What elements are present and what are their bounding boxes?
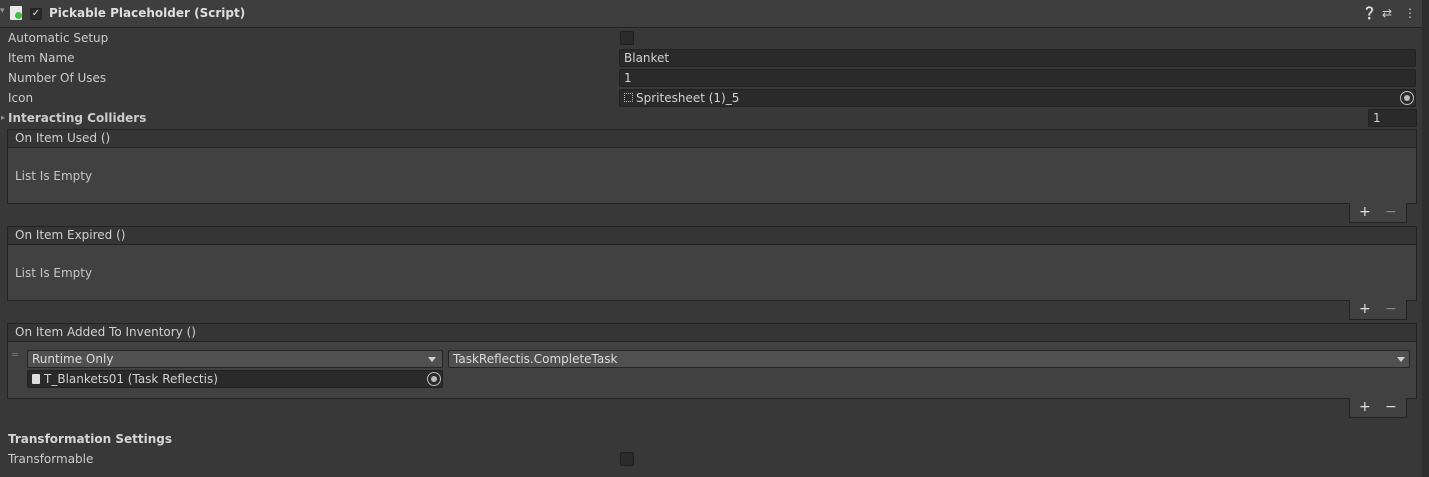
help-icon[interactable]: ❔ xyxy=(1362,6,1377,20)
object-picker-icon[interactable] xyxy=(1400,91,1414,105)
on-item-used-empty: List Is Empty xyxy=(15,169,93,183)
automatic-setup-checkbox[interactable] xyxy=(620,31,634,45)
interacting-colliders-count[interactable]: 1 xyxy=(1368,109,1417,127)
icon-label: Icon xyxy=(8,91,34,105)
on-item-expired-controls: + − xyxy=(1349,300,1407,320)
script-icon xyxy=(10,6,22,20)
add-listener-button[interactable]: + xyxy=(1359,204,1371,220)
interacting-colliders-label[interactable]: Interacting Colliders xyxy=(8,111,146,125)
transformation-settings-header: Transformation Settings xyxy=(8,432,173,446)
transformable-checkbox[interactable] xyxy=(620,452,634,466)
remove-listener-button[interactable]: − xyxy=(1385,399,1397,415)
menu-icon[interactable]: ⋮ xyxy=(1404,6,1416,20)
object-picker-icon[interactable] xyxy=(427,372,441,386)
add-listener-button[interactable]: + xyxy=(1359,399,1371,415)
chevron-down-icon xyxy=(1397,357,1405,362)
presets-icon[interactable]: ⇄ xyxy=(1382,6,1392,20)
add-listener-button[interactable]: + xyxy=(1359,301,1371,317)
remove-listener-button[interactable]: − xyxy=(1385,301,1397,317)
script-asset-icon xyxy=(32,374,40,384)
component-enabled-checkbox[interactable]: ✓ xyxy=(30,8,42,20)
scrollbar[interactable] xyxy=(1422,0,1429,477)
on-item-used-list xyxy=(7,148,1417,204)
remove-listener-button[interactable]: − xyxy=(1385,204,1397,220)
foldout-arrow-icon[interactable]: ▾ xyxy=(0,6,5,16)
runtime-mode-value: Runtime Only xyxy=(32,352,114,366)
on-item-added-header: On Item Added To Inventory () xyxy=(7,323,1417,342)
function-value: TaskReflectis.CompleteTask xyxy=(453,352,618,366)
component-title: Pickable Placeholder (Script) xyxy=(49,6,246,20)
collapsed-arrow-icon[interactable]: ▸ xyxy=(1,113,5,122)
runtime-mode-dropdown[interactable]: Runtime Only xyxy=(27,350,443,368)
icon-object-field[interactable]: Spritesheet (1)_5 xyxy=(619,89,1416,107)
icon-object-value: Spritesheet (1)_5 xyxy=(636,91,740,105)
on-item-used-header: On Item Used () xyxy=(7,129,1417,148)
automatic-setup-label: Automatic Setup xyxy=(8,31,109,45)
transformable-label: Transformable xyxy=(8,452,94,466)
target-object-field[interactable]: T_Blankets01 (Task Reflectis) xyxy=(27,370,443,388)
chevron-down-icon xyxy=(428,357,436,362)
on-item-used-controls: + − xyxy=(1349,203,1407,223)
on-item-expired-header: On Item Expired () xyxy=(7,226,1417,245)
drag-handle-icon[interactable]: ═ xyxy=(12,350,18,361)
function-dropdown[interactable]: TaskReflectis.CompleteTask xyxy=(448,350,1410,368)
sprite-icon xyxy=(624,93,633,102)
target-object-value: T_Blankets01 (Task Reflectis) xyxy=(44,372,218,386)
item-name-label: Item Name xyxy=(8,51,75,65)
number-of-uses-field[interactable]: 1 xyxy=(619,69,1416,87)
on-item-expired-empty: List Is Empty xyxy=(15,266,93,280)
on-item-added-controls: + − xyxy=(1349,398,1407,418)
item-name-field[interactable]: Blanket xyxy=(619,49,1416,67)
on-item-expired-list xyxy=(7,245,1417,301)
number-of-uses-label: Number Of Uses xyxy=(8,71,107,85)
